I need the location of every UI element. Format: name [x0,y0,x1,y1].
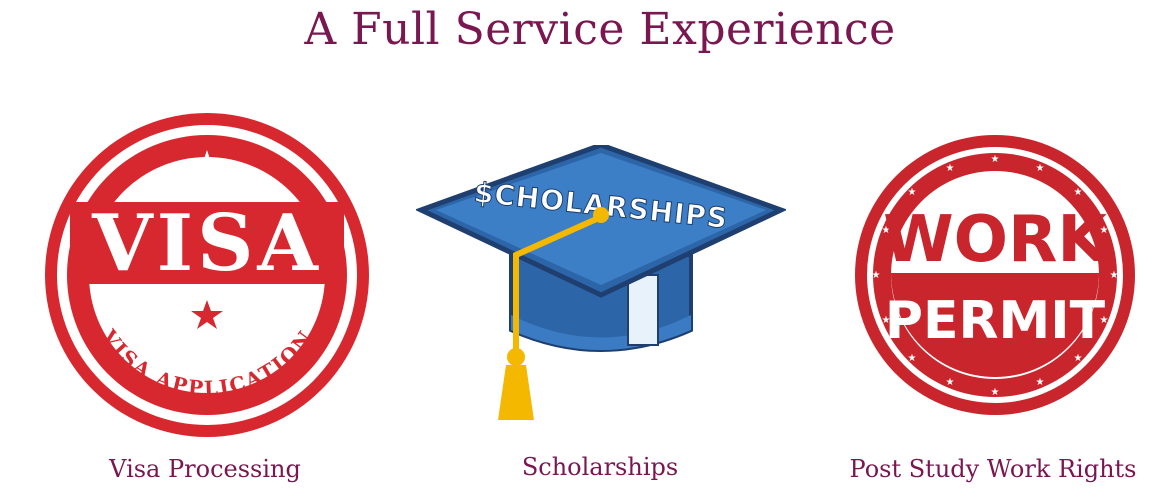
page-title: A Full Service Experience [304,4,896,55]
scholarships-caption: Scholarships [521,453,679,481]
work-permit-stamp-image: ★ ★ ★ ★ ★ ★ ★ ★ ★ ★ ★ ★ ★ ★ ★ ★ WORK PERMIT [850,133,1140,418]
work-permit-line1: WORK [883,203,1109,277]
svg-text:★: ★ [1074,187,1083,198]
svg-text:★: ★ [1074,353,1083,364]
post-study-work-rights-caption: Post Study Work Rights [849,455,1137,483]
work-permit-line2: PERMIT [885,291,1106,351]
visa-stamp-main-text: VISA [91,198,322,289]
svg-text:★: ★ [946,163,955,174]
svg-text:★: ★ [946,377,955,388]
svg-text:★: ★ [1110,270,1119,281]
svg-text:★: ★ [991,387,1000,398]
svg-text:★: ★ [872,270,881,281]
svg-text:★: ★ [908,353,917,364]
visa-stamp-image: VISA VISA APPLICATION [40,110,375,440]
scholarship-cap-image: $CHOLARSHIPS [416,145,786,425]
svg-text:★: ★ [1036,377,1045,388]
visa-processing-caption: Visa Processing [109,455,301,483]
svg-text:★: ★ [908,187,917,198]
svg-text:★: ★ [1036,163,1045,174]
svg-text:★: ★ [991,154,1000,165]
